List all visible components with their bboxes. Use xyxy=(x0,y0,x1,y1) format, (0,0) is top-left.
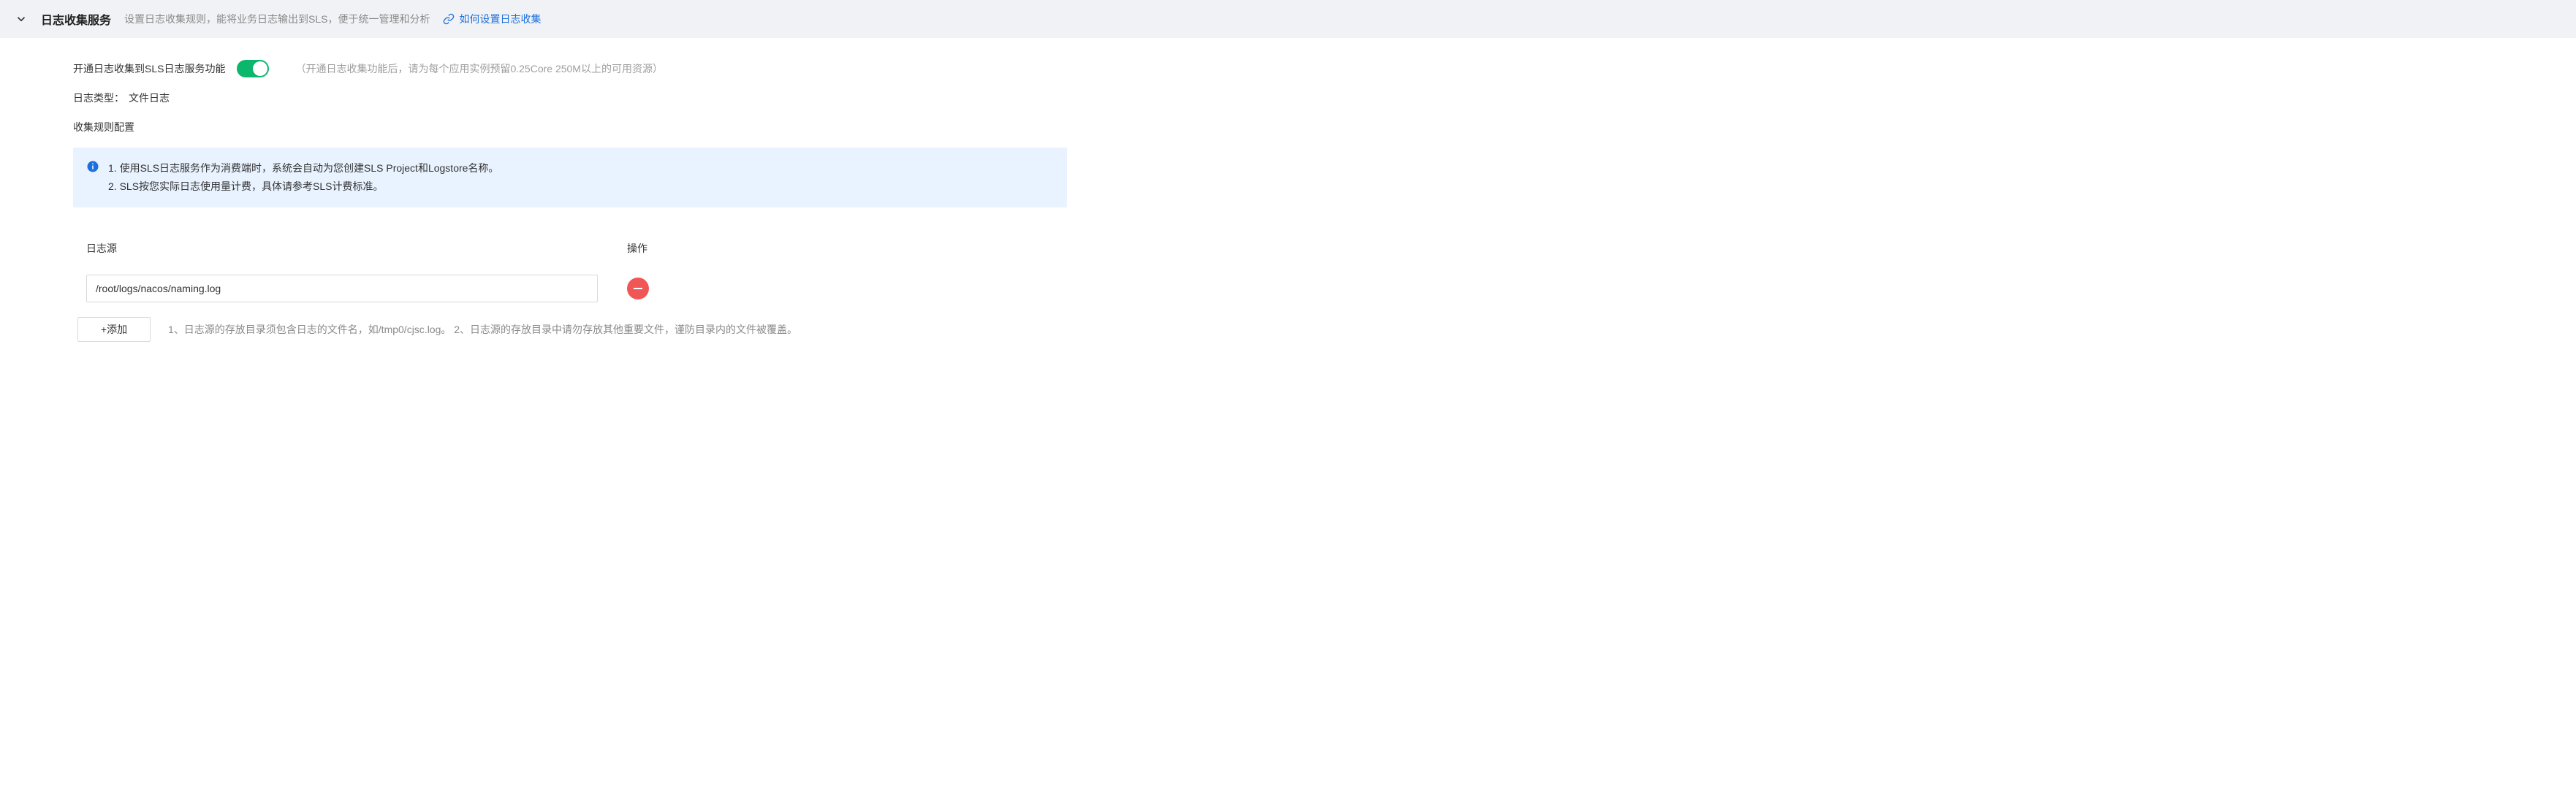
column-header-action: 操作 xyxy=(627,241,647,256)
log-source-input[interactable] xyxy=(86,275,598,302)
enable-row: 开通日志收集到SLS日志服务功能 （开通日志收集功能后，请为每个应用实例预留0.… xyxy=(73,60,1067,77)
table-row xyxy=(73,267,1067,310)
info-line-2: 2. SLS按您实际日志使用量计费，具体请参考SLS计费标准。 xyxy=(108,177,498,196)
chevron-down-icon[interactable] xyxy=(15,12,28,26)
info-line-1: 1. 使用SLS日志服务作为消费端时，系统会自动为您创建SLS Project和… xyxy=(108,159,498,177)
section-header: 日志收集服务 设置日志收集规则，能将业务日志输出到SLS，便于统一管理和分析 如… xyxy=(0,0,2576,38)
section-title: 日志收集服务 xyxy=(41,10,111,28)
info-box: 1. 使用SLS日志服务作为消费端时，系统会自动为您创建SLS Project和… xyxy=(73,148,1067,207)
enable-toggle[interactable] xyxy=(237,60,269,77)
footer-hint: 1、日志源的存放目录须包含日志的文件名，如/tmp0/cjsc.log。 2、日… xyxy=(168,322,797,337)
remove-button[interactable] xyxy=(627,278,649,299)
section-description: 设置日志收集规则，能将业务日志输出到SLS，便于统一管理和分析 xyxy=(124,12,430,26)
info-icon xyxy=(86,160,99,173)
column-header-source: 日志源 xyxy=(86,241,627,256)
enable-hint: （开通日志收集功能后，请为每个应用实例预留0.25Core 250M以上的可用资… xyxy=(295,61,663,76)
log-type-value: 文件日志 xyxy=(129,92,170,104)
rule-config-label: 收集规则配置 xyxy=(73,120,1067,134)
log-type-label: 日志类型： xyxy=(73,92,124,104)
log-source-table: 日志源 操作 +添加 1、日志源的存放目录须包含日志的文件名，如/tmp0/cj… xyxy=(73,229,1067,349)
table-footer: +添加 1、日志源的存放目录须包含日志的文件名，如/tmp0/cjsc.log。… xyxy=(73,310,1067,349)
info-text: 1. 使用SLS日志服务作为消费端时，系统会自动为您创建SLS Project和… xyxy=(108,159,498,196)
link-icon xyxy=(443,13,455,25)
table-header: 日志源 操作 xyxy=(73,229,1067,267)
minus-icon xyxy=(634,288,642,289)
help-link-label: 如何设置日志收集 xyxy=(459,12,541,26)
log-type-row: 日志类型： 文件日志 xyxy=(73,91,1067,105)
content-area: 开通日志收集到SLS日志服务功能 （开通日志收集功能后，请为每个应用实例预留0.… xyxy=(0,38,1140,371)
help-link[interactable]: 如何设置日志收集 xyxy=(443,12,541,26)
enable-label: 开通日志收集到SLS日志服务功能 xyxy=(73,61,225,76)
add-button[interactable]: +添加 xyxy=(77,317,151,342)
